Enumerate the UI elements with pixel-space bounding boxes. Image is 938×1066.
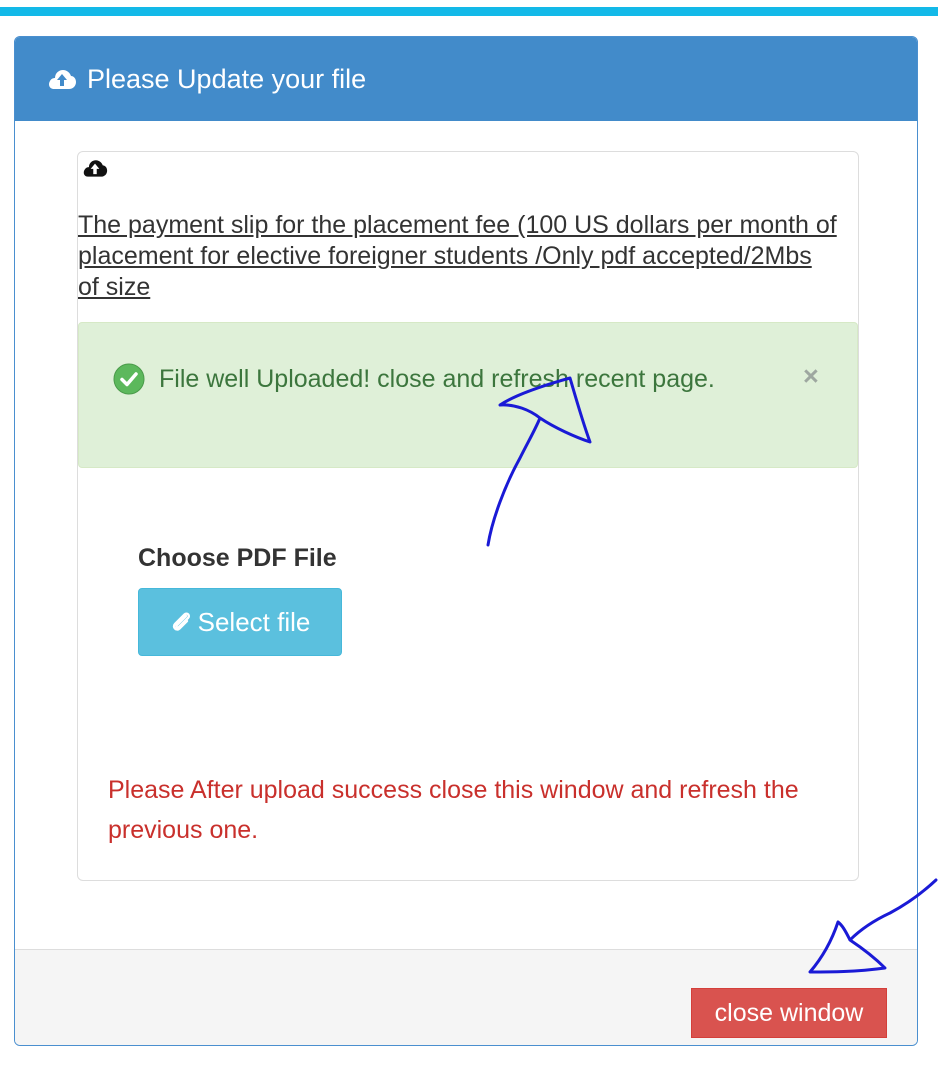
warning-message: Please After upload success close this w…	[108, 776, 799, 844]
select-file-label: Select file	[197, 606, 311, 637]
cloud-upload-icon	[47, 68, 77, 90]
panel-header: Please Update your file	[15, 37, 917, 121]
panel-footer: close window	[15, 949, 917, 1045]
check-circle-icon	[113, 363, 145, 402]
upload-box: The payment slip for the placement fee (…	[77, 151, 859, 881]
top-accent-bar	[0, 7, 938, 16]
document-description-link[interactable]: The payment slip for the placement fee (…	[78, 210, 838, 303]
upload-modal-panel: Please Update your file The payment slip…	[14, 36, 918, 1046]
panel-title: Please Update your file	[87, 63, 367, 94]
upload-success-alert: File well Uploaded! close and refresh re…	[78, 322, 858, 468]
alert-close-button[interactable]: ×	[803, 361, 819, 392]
close-window-button[interactable]: close window	[691, 988, 887, 1038]
cloud-upload-icon	[82, 158, 108, 183]
select-file-button[interactable]: Select file	[138, 588, 342, 656]
alert-message: File well Uploaded! close and refresh re…	[159, 365, 715, 393]
choose-file-label: Choose PDF File	[138, 544, 337, 572]
paperclip-icon	[170, 610, 192, 634]
